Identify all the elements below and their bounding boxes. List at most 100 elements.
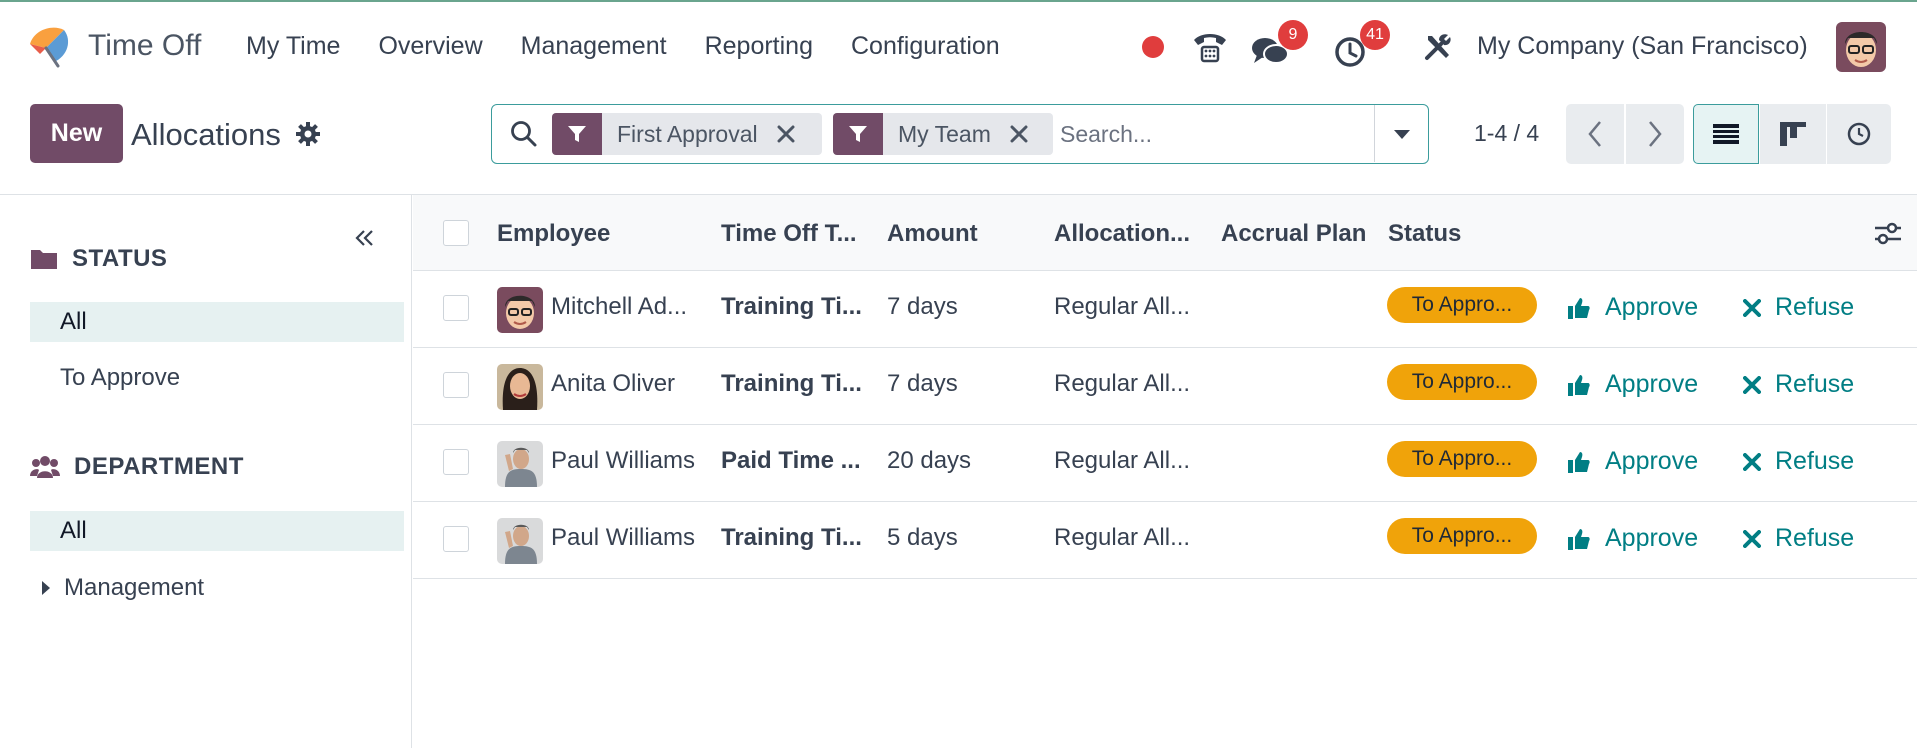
menu-configuration[interactable]: Configuration [851, 32, 1000, 61]
filter-icon [833, 113, 883, 155]
menu-overview[interactable]: Overview [378, 32, 482, 61]
table-row[interactable]: Anita Oliver Training Ti... 7 days Regul… [413, 348, 1917, 425]
status-badge: To Appro... [1387, 441, 1537, 477]
approve-label: Approve [1605, 524, 1699, 552]
approve-button[interactable]: Approve [1567, 293, 1698, 322]
table-header: Employee Time Off T... Amount Allocation… [413, 195, 1917, 271]
close-icon [1743, 452, 1761, 471]
caret-right-icon[interactable] [40, 580, 52, 596]
pager-next-button[interactable] [1626, 104, 1684, 164]
pager-previous-button[interactable] [1566, 104, 1624, 164]
avatar-mitchell-icon [497, 287, 543, 333]
row-checkbox[interactable] [443, 372, 469, 398]
avatar-paul-icon [497, 441, 543, 487]
menu-management[interactable]: Management [521, 32, 667, 61]
messages-button[interactable]: 9 [1248, 20, 1308, 74]
umbrella-logo-icon [30, 27, 69, 68]
app-brand[interactable]: Time Off [26, 22, 201, 70]
refuse-label: Refuse [1775, 447, 1855, 475]
status-section-title: STATUS [72, 245, 168, 272]
kanban-view-icon [1780, 122, 1806, 146]
refuse-label: Refuse [1775, 293, 1855, 321]
avatar-paul-icon [497, 518, 543, 564]
refuse-button[interactable]: Refuse [1743, 447, 1854, 476]
employee-name: Mitchell Ad... [551, 293, 688, 320]
recording-indicator[interactable] [1140, 20, 1166, 74]
allocation-type: Regular All... [1054, 524, 1191, 551]
department-filter-management[interactable]: Management [30, 568, 404, 608]
refuse-label: Refuse [1775, 524, 1855, 552]
approve-button[interactable]: Approve [1567, 370, 1698, 399]
refuse-button[interactable]: Refuse [1743, 293, 1854, 322]
gear-icon[interactable] [295, 121, 321, 147]
employee-name: Paul Williams [551, 447, 696, 474]
column-allocation[interactable]: Allocation... [1054, 220, 1190, 248]
amount: 20 days [887, 447, 972, 474]
settings-tools-button[interactable] [1418, 20, 1458, 74]
row-checkbox[interactable] [443, 526, 469, 552]
column-status[interactable]: Status [1388, 220, 1461, 248]
status-badge: To Appro... [1387, 364, 1537, 400]
menu-my-time[interactable]: My Time [246, 32, 340, 61]
time-off-type: Paid Time ... [721, 447, 861, 474]
folder-icon [31, 250, 57, 269]
table-row[interactable]: Mitchell Ad... Training Ti... 7 days Reg… [413, 271, 1917, 348]
search-icon[interactable] [510, 120, 538, 148]
refuse-button[interactable]: Refuse [1743, 370, 1854, 399]
amount: 7 days [887, 370, 958, 397]
department-filter-label: Management [64, 574, 205, 601]
status-filter-label: All [60, 308, 87, 335]
search-options-toggle[interactable] [1374, 105, 1428, 162]
thumbs-up-icon [1568, 297, 1590, 319]
red-dot-icon [1142, 36, 1164, 58]
optional-columns-icon[interactable] [1873, 219, 1903, 247]
table-row[interactable]: Paul Williams Paid Time ... 20 days Regu… [413, 425, 1917, 502]
status-filter-all[interactable]: All [30, 302, 404, 342]
main-menu: My Time Overview Management Reporting Co… [246, 32, 1038, 61]
row-checkbox[interactable] [443, 449, 469, 475]
approve-button[interactable]: Approve [1567, 447, 1698, 476]
employee-name: Anita Oliver [551, 370, 676, 397]
company-switcher[interactable]: My Company (San Francisco) [1477, 32, 1808, 61]
phone-icon [1194, 34, 1226, 63]
caret-down-icon [1393, 129, 1410, 139]
list-view-button[interactable] [1693, 104, 1759, 164]
activity-view-button[interactable] [1827, 104, 1891, 164]
remove-facet-icon[interactable] [1009, 124, 1029, 144]
kanban-view-button[interactable] [1760, 104, 1826, 164]
select-all-checkbox[interactable] [443, 220, 469, 246]
amount: 5 days [887, 524, 958, 551]
approve-button[interactable]: Approve [1567, 524, 1698, 553]
facet-label: First Approval [617, 120, 758, 147]
tools-icon [1425, 34, 1451, 60]
column-amount[interactable]: Amount [887, 220, 978, 248]
page-title: Allocations [131, 117, 281, 152]
refuse-button[interactable]: Refuse [1743, 524, 1854, 553]
close-icon [1743, 529, 1761, 548]
approve-label: Approve [1605, 447, 1699, 475]
list-view-icon [1713, 124, 1739, 144]
row-checkbox[interactable] [443, 295, 469, 321]
department-filter-label: All [60, 517, 87, 544]
column-time-off-type[interactable]: Time Off T... [721, 220, 857, 248]
collapse-panel-icon[interactable] [352, 225, 378, 251]
thumbs-up-icon [1568, 374, 1590, 396]
phone-button[interactable] [1188, 20, 1232, 74]
column-employee[interactable]: Employee [497, 220, 610, 248]
department-filter-all[interactable]: All [30, 511, 404, 551]
menu-reporting[interactable]: Reporting [705, 32, 813, 61]
status-badge: To Appro... [1387, 287, 1537, 323]
app-name: Time Off [88, 29, 202, 62]
facet-label: My Team [898, 120, 991, 147]
status-filter-to-approve[interactable]: To Approve [30, 358, 404, 398]
new-button[interactable]: New [30, 104, 123, 163]
table-row[interactable]: Paul Williams Training Ti... 5 days Regu… [413, 502, 1917, 579]
employee-avatar [497, 518, 543, 564]
search-input[interactable] [1060, 117, 1360, 151]
remove-facet-icon[interactable] [776, 124, 796, 144]
activities-button[interactable]: 41 [1330, 20, 1390, 74]
column-accrual-plan[interactable]: Accrual Plan [1221, 220, 1366, 248]
user-avatar[interactable] [1836, 22, 1886, 72]
facet-first-approval: First Approval [552, 113, 822, 155]
pager-value[interactable]: 1-4 / 4 [1474, 120, 1539, 147]
